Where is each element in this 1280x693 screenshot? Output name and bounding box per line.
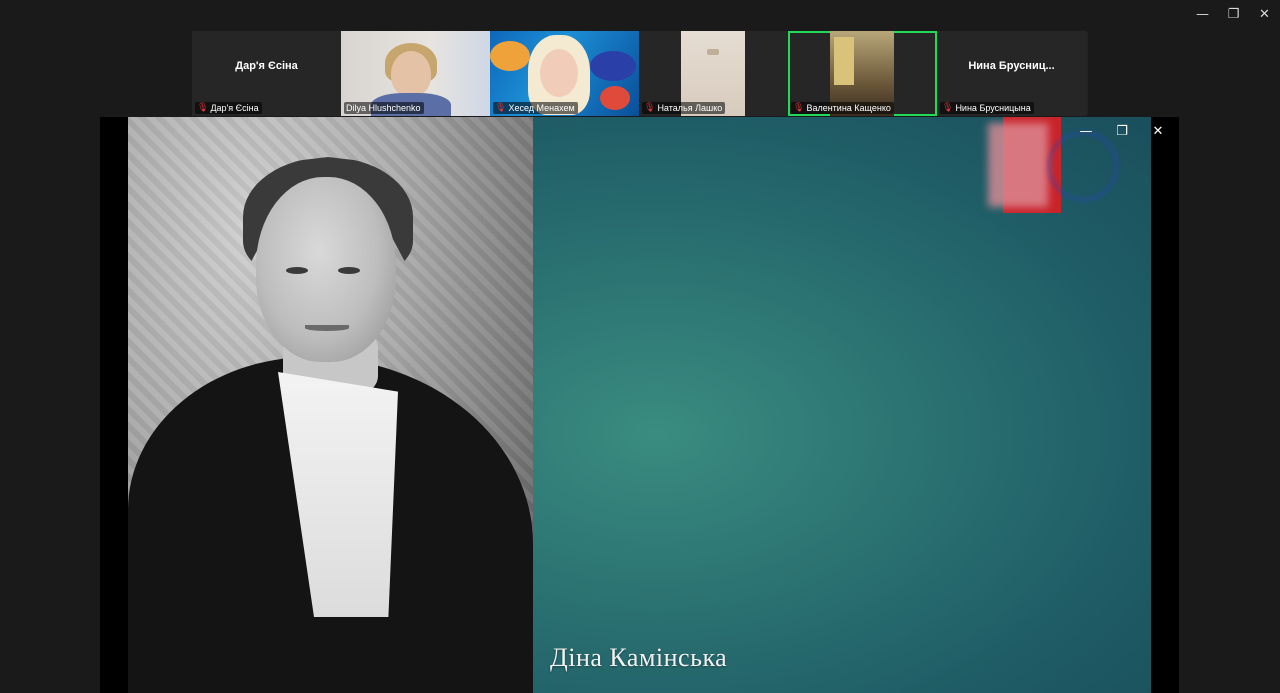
participant-strip: Дар'я Єсіна 🎙 Дар'я Єсіна Dilya Hlushche… [192,31,1088,116]
participant-label: Dilya Hlushchenko [344,102,424,114]
participant-tile[interactable]: 🎙 Хесед Менахем [490,31,639,116]
muted-mic-icon: 🎙 [197,103,209,113]
participant-tile[interactable]: Дар'я Єсіна 🎙 Дар'я Єсіна [192,31,341,116]
participant-label: 🎙 Дар'я Єсіна [195,102,262,114]
participant-label: 🎙 Хесед Менахем [493,102,578,114]
shared-screen-controls: — ❐ ✕ [1071,121,1173,141]
muted-mic-icon: 🎙 [495,103,507,113]
participant-name: Dilya Hlushchenko [346,103,421,113]
blurred-logo [1048,131,1118,201]
slide-caption: Діна Камінська [550,643,728,672]
portrait-photo [128,117,533,693]
presentation-slide: Діна Камінська [128,117,1151,693]
participant-name-display: Дар'я Єсіна [235,59,298,72]
participant-name: Дар'я Єсіна [210,103,259,113]
participant-tile-active-speaker[interactable]: 🎙 Валентина Кащенко [788,31,937,116]
zoom-meeting-window: — ❐ ✕ Дар'я Єсіна 🎙 Дар'я Єсіна Dilya Hl… [0,0,1280,693]
restore-window-button[interactable]: ❐ [1218,0,1249,28]
muted-mic-icon: 🎙 [644,103,656,113]
participant-tile[interactable]: 🎙 Наталья Лашко [639,31,788,116]
participant-label: 🎙 Нина Брусницына [940,102,1034,114]
restore-share-button[interactable]: ❐ [1107,121,1137,141]
muted-mic-icon: 🎙 [793,103,805,113]
window-controls: — ❐ ✕ [1187,0,1280,28]
close-window-button[interactable]: ✕ [1249,0,1280,28]
shared-screen[interactable]: Діна Камінська — ❐ ✕ [100,117,1179,693]
slide-background: Діна Камінська [533,117,1151,693]
participant-label: 🎙 Наталья Лашко [642,102,726,114]
minimize-share-button[interactable]: — [1071,121,1101,141]
participant-label: 🎙 Валентина Кащенко [791,102,894,114]
participant-name: Нина Брусницына [955,103,1031,113]
participant-tile[interactable]: Нина Брусниц... 🎙 Нина Брусницына [937,31,1086,116]
participant-tile[interactable]: Dilya Hlushchenko [341,31,490,116]
participant-name: Валентина Кащенко [806,103,891,113]
close-share-button[interactable]: ✕ [1143,121,1173,141]
participant-name: Хесед Менахем [508,103,575,113]
participant-name: Наталья Лашко [657,103,723,113]
blurred-overlay [988,123,1048,207]
participant-name-display: Нина Брусниц... [968,59,1055,72]
muted-mic-icon: 🎙 [942,103,954,113]
minimize-window-button[interactable]: — [1187,0,1218,28]
